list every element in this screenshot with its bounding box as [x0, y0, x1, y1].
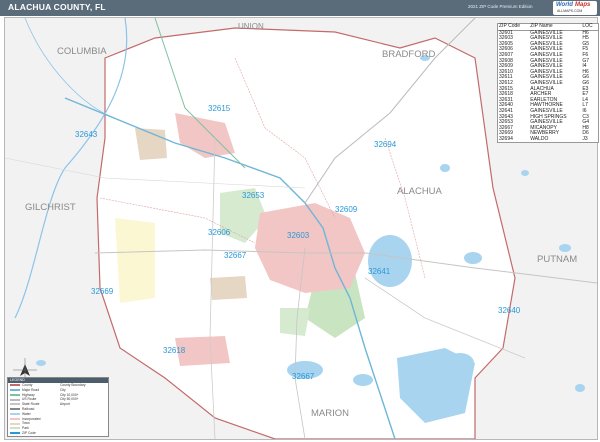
table-cell: J3	[582, 135, 588, 142]
zip-label[interactable]: 32603	[287, 231, 309, 240]
legend-item: ZIP Boundary	[8, 436, 108, 437]
legend-swatch	[10, 427, 20, 430]
legend-label: Incorporated	[22, 416, 41, 421]
legend-label: Railroad	[22, 406, 35, 411]
legend-label: State Route	[22, 402, 40, 407]
legend-label: Water	[22, 411, 31, 416]
zip-label[interactable]: 32609	[335, 205, 357, 214]
legend-swatch	[10, 432, 20, 435]
zip-label[interactable]: 32615	[208, 104, 230, 113]
zip-label[interactable]: 32640	[498, 306, 520, 315]
region-label-marion: MARION	[311, 408, 349, 419]
legend-swatch	[10, 422, 20, 425]
pond-west	[36, 360, 46, 366]
legend-swatch	[10, 417, 20, 420]
brand-logo[interactable]: World Maps ALLMAPS.COM	[553, 1, 597, 15]
legend-swatch	[10, 393, 20, 396]
legend-label: Town	[22, 421, 30, 426]
legend-swatch	[10, 388, 20, 391]
newberry-urban-area	[210, 276, 247, 300]
lake-putnam	[559, 244, 571, 252]
region-label-gilchrist: GILCHRIST	[25, 202, 76, 213]
zip-label[interactable]: 32667	[224, 251, 246, 260]
lake-waldo	[440, 164, 450, 172]
lake-east	[464, 252, 482, 264]
region-label-alachua: ALACHUA	[397, 186, 442, 197]
zip-code-table: ZIP Code ZIP Name LOC 32601 GAINESVILLE H6…	[497, 23, 599, 144]
zip-label[interactable]: 32667	[292, 372, 314, 381]
legend-label: County	[22, 383, 33, 387]
map-page: ALACHUA COUNTY, FL 2021 ZIP Code Premium…	[0, 0, 600, 442]
legend-swatch	[10, 412, 20, 415]
legend-label: US Route	[22, 397, 37, 402]
logo-word-1: World	[556, 2, 573, 8]
legend-swatch	[10, 384, 20, 387]
zip-label[interactable]: 32643	[75, 130, 97, 139]
lochloosa-lake	[446, 353, 474, 373]
edition-label: 2021 ZIP Code Premium Edition	[468, 4, 533, 9]
newnans-lake	[368, 235, 412, 287]
header-bar: ALACHUA COUNTY, FL 2021 ZIP Code Premium…	[0, 0, 600, 16]
table-cell: 32694	[499, 135, 513, 142]
legend-swatch	[10, 398, 20, 401]
region-label-putnam: PUTNAM	[537, 254, 578, 265]
legend-swatch	[10, 408, 20, 411]
pond-se	[575, 384, 585, 392]
rural-area-yellow	[115, 218, 155, 303]
logo-tagline: ALLMAPS.COM	[557, 9, 583, 13]
region-label-union: UNION	[238, 22, 264, 31]
zip-label[interactable]: 32606	[208, 228, 230, 237]
zip-label[interactable]: 32694	[374, 140, 396, 149]
logo-word-2: Maps	[575, 2, 591, 8]
lake-pond	[521, 170, 529, 176]
zip-label[interactable]: 32653	[242, 191, 264, 200]
park-area-small	[280, 308, 310, 336]
lake-small	[353, 374, 373, 386]
legend-label: ZIP Boundary	[22, 436, 42, 437]
legend-swatch	[10, 403, 20, 406]
region-label-bradford: BRADFORD	[382, 49, 436, 60]
legend-label: Highway	[22, 392, 35, 397]
legend-label: Major Road	[22, 387, 40, 392]
map-legend: LEGEND County County Boundary Major Road Ci…	[7, 377, 109, 437]
table-row[interactable]: 32694 WALDO J3	[498, 135, 598, 143]
map-title: ALACHUA COUNTY, FL	[8, 2, 106, 12]
zip-label[interactable]: 32641	[368, 267, 390, 276]
zip-label[interactable]: 32618	[163, 346, 185, 355]
table-cell: WALDO	[530, 135, 549, 142]
legend-label: ZIP Code	[22, 430, 36, 435]
legend-label: Park	[22, 426, 29, 431]
zip-label[interactable]: 32669	[91, 287, 113, 296]
region-label-columbia: COLUMBIA	[57, 46, 107, 57]
